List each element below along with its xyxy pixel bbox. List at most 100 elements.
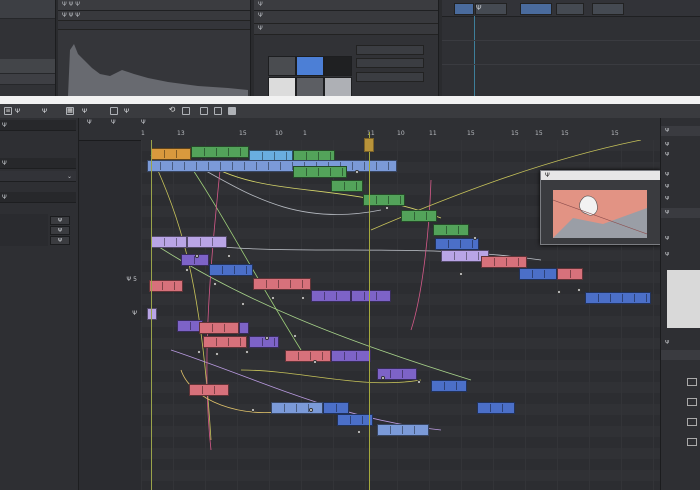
timeline-clip[interactable] [187, 236, 227, 248]
grid-icon[interactable]: ▦ [66, 107, 74, 115]
menu-icon[interactable]: ≡ [4, 107, 12, 115]
inspector-thumbnail[interactable] [667, 270, 700, 328]
layer-thumb[interactable] [268, 77, 296, 96]
number-field[interactable]: Ψ [50, 216, 70, 225]
timeline-clip[interactable] [323, 402, 349, 414]
timeline-clip[interactable] [271, 402, 323, 414]
timeline-clip[interactable] [209, 264, 253, 276]
connection-node[interactable] [301, 296, 305, 300]
properties-row[interactable]: Ψ [0, 192, 76, 203]
connection-node[interactable] [293, 334, 297, 338]
preview-drawing [553, 190, 647, 238]
connection-node[interactable] [271, 296, 275, 300]
layer-thumb[interactable] [296, 77, 324, 96]
timeline-clip[interactable] [435, 238, 479, 250]
connection-node[interactable] [355, 170, 359, 174]
ruler-tick-label: 15 [511, 130, 519, 137]
link-icon[interactable]: ⟲ [168, 106, 176, 115]
timeline-clip[interactable] [337, 414, 373, 426]
connection-node[interactable] [245, 350, 249, 354]
layer-thumb[interactable] [324, 77, 352, 96]
folder-icon[interactable] [200, 107, 208, 115]
connection-node[interactable] [195, 254, 199, 258]
timeline-clip[interactable] [249, 336, 279, 348]
preview-window[interactable]: Ψ [540, 170, 661, 245]
timeline-clip[interactable] [585, 292, 651, 304]
connection-node[interactable] [309, 408, 313, 412]
connection-node[interactable] [241, 302, 245, 306]
timeline-clip[interactable] [331, 350, 371, 362]
clip-divider [306, 168, 307, 176]
connection-node[interactable] [385, 206, 389, 210]
timeline-clip[interactable] [151, 236, 187, 248]
clip-divider [532, 270, 533, 278]
toolbar-item[interactable]: Ψ [124, 106, 129, 116]
timeline-clip[interactable] [149, 280, 183, 292]
square-icon[interactable] [110, 107, 118, 115]
layer-thumb[interactable] [268, 56, 296, 76]
connection-node[interactable] [417, 380, 421, 384]
toolbar-item[interactable]: Ψ [15, 106, 20, 116]
timeline-clip[interactable] [147, 160, 397, 172]
playhead[interactable] [369, 132, 370, 490]
connection-node[interactable] [215, 352, 219, 356]
clip-divider [172, 162, 173, 170]
properties-row[interactable]: Ψ [0, 158, 76, 169]
timeline-clip[interactable] [481, 256, 527, 268]
frame-icon[interactable] [182, 107, 190, 115]
connection-node[interactable] [251, 408, 255, 412]
timeline-clip[interactable] [253, 278, 311, 290]
timeline-tab[interactable]: Ψ [87, 119, 92, 128]
clip-divider [350, 416, 351, 424]
connection-node[interactable] [459, 272, 463, 276]
properties-dropdown[interactable]: ⌄ [0, 171, 76, 182]
timeline-clip[interactable] [191, 146, 249, 158]
timeline-clip[interactable] [203, 336, 247, 348]
layer-thumb[interactable] [296, 56, 324, 76]
number-field[interactable]: Ψ [50, 236, 70, 245]
timeline-tab[interactable]: Ψ [111, 119, 116, 128]
inspector-label: Ψ [665, 184, 670, 190]
timeline-clip[interactable] [477, 402, 515, 414]
connection-node[interactable] [197, 350, 201, 354]
playhead-handle[interactable] [364, 138, 374, 152]
timeline-clip[interactable] [331, 180, 363, 192]
connection-node[interactable] [185, 268, 189, 272]
clip-divider [414, 212, 415, 220]
connection-node[interactable] [577, 288, 581, 292]
connection-node[interactable] [473, 236, 477, 240]
timeline-clip[interactable] [401, 210, 437, 222]
preview-title: Ψ [541, 171, 660, 180]
connection-node[interactable] [381, 376, 385, 380]
connection-node[interactable] [213, 282, 217, 286]
properties-row[interactable]: Ψ [0, 120, 76, 131]
stack-icon[interactable] [214, 107, 222, 115]
timeline-clip[interactable] [285, 350, 331, 362]
toolbar-item[interactable]: Ψ [42, 106, 47, 116]
timeline-clip[interactable] [519, 268, 557, 280]
timeline-clip[interactable] [433, 224, 469, 236]
timeline-clip[interactable] [189, 384, 229, 396]
layer-thumb[interactable] [324, 56, 352, 76]
timeline-clip[interactable] [431, 380, 467, 392]
timeline-clip[interactable] [351, 290, 391, 302]
connection-node[interactable] [557, 290, 561, 294]
save-icon[interactable] [228, 107, 236, 115]
timeline-clip[interactable] [557, 268, 583, 280]
timeline-clip[interactable] [311, 290, 351, 302]
timeline-clip[interactable] [147, 308, 157, 320]
timeline-clip[interactable] [293, 166, 347, 178]
connection-node[interactable] [227, 254, 231, 258]
connection-node[interactable] [357, 430, 361, 434]
timeline-clip[interactable] [199, 322, 239, 334]
clip-divider [232, 162, 233, 170]
number-field[interactable]: Ψ [50, 226, 70, 235]
connection-node[interactable] [313, 360, 317, 364]
timeline-clip[interactable] [151, 148, 191, 160]
timeline-clip[interactable] [377, 424, 429, 436]
timeline-clip[interactable] [239, 322, 249, 334]
clip-divider [544, 270, 545, 278]
time-ruler[interactable]: 1 13 15 10 1 11 10 11 15 15 15 15 15 [141, 118, 660, 140]
connection-node[interactable] [265, 336, 269, 340]
toolbar-item[interactable]: Ψ [82, 106, 87, 116]
